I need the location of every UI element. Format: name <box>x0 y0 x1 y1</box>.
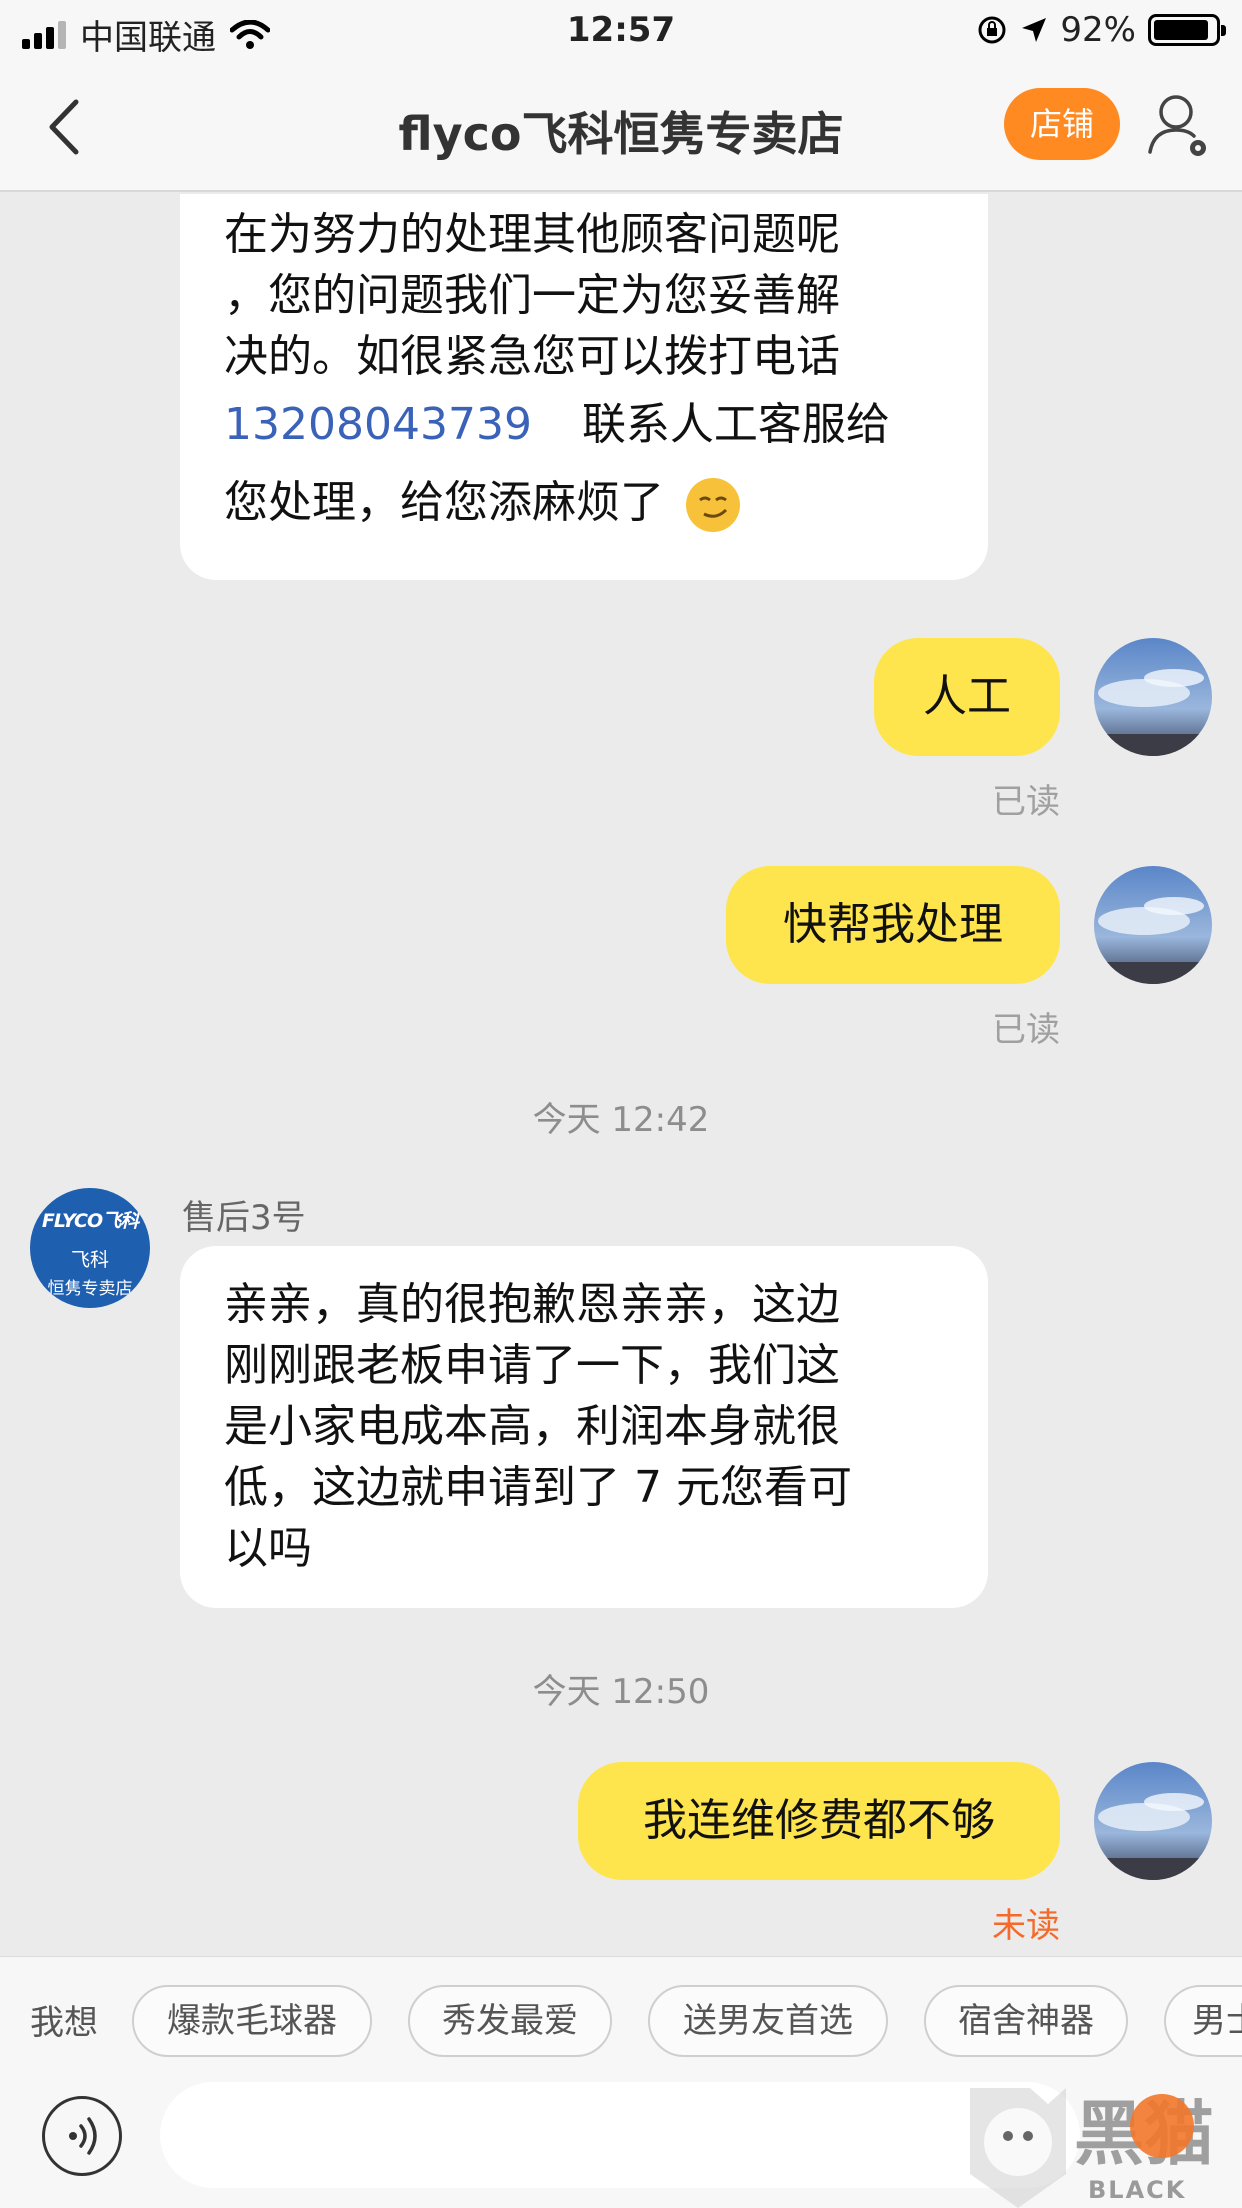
shop-avatar-brand: FLYCO飞科 <box>41 1210 139 1232</box>
shop-button[interactable]: 店铺 <box>1004 88 1120 160</box>
sender-name: 售后3号 <box>182 1198 306 1238</box>
message-line: 13208043739 联系人工客服给 <box>224 387 944 463</box>
message-text: 联系人工客服给 <box>581 399 890 450</box>
user-avatar[interactable] <box>1094 1762 1212 1880</box>
timestamp: 今天 12:50 <box>532 1672 710 1712</box>
battery-percent: 92% <box>1060 10 1136 50</box>
read-status: 已读 <box>992 1010 1060 1050</box>
user-message-bubble: 人工 <box>874 638 1060 756</box>
nav-bar: flyco飞科恒隽专卖店 店铺 <box>0 62 1242 192</box>
status-right: 92% <box>976 10 1226 50</box>
suggestion-lead: 我想 <box>30 2003 98 2043</box>
shop-message-bubble: 亲亲，真的很抱歉恩亲亲，这边 刚刚跟老板申请了一下，我们这 是小家电成本高，利润… <box>180 1246 988 1608</box>
user-message-bubble: 快帮我处理 <box>726 866 1060 984</box>
chat-area[interactable]: 在为努力的处理其他顾客问题呢 ，您的问题我们一定为您妥善解 决的。如很紧急您可以… <box>0 194 1242 1954</box>
shop-avatar[interactable]: FLYCO飞科 飞科 恒隽专卖店 <box>30 1188 150 1308</box>
message-line: ，您的问题我们一定为您妥善解 <box>224 270 840 321</box>
suggestion-chip[interactable]: 爆款毛球器 <box>132 1985 372 2057</box>
timestamp: 今天 12:42 <box>532 1100 710 1140</box>
voice-input-icon[interactable] <box>42 2096 122 2176</box>
shop-message-bubble: 在为努力的处理其他顾客问题呢 ，您的问题我们一定为您妥善解 决的。如很紧急您可以… <box>180 194 988 580</box>
suggestion-chip[interactable]: 秀发最爱 <box>408 1985 612 2057</box>
user-settings-icon[interactable] <box>1146 90 1212 160</box>
suggestion-bar: 我想 爆款毛球器 秀发最爱 送男友首选 宿舍神器 男士 <box>0 1956 1242 2082</box>
status-bar: 中国联通 12:57 92% <box>0 0 1242 62</box>
suggestion-chip[interactable]: 宿舍神器 <box>924 1985 1128 2057</box>
battery-icon <box>1148 14 1226 46</box>
message-line: 刚刚跟老板申请了一下，我们这 <box>224 1340 840 1391</box>
read-status: 已读 <box>992 782 1060 822</box>
user-message-bubble: 我连维修费都不够 <box>578 1762 1060 1880</box>
message-line: 您处理，给您添麻烦了 <box>224 463 944 543</box>
message-line: 亲亲，真的很抱歉恩亲亲，这边 <box>224 1279 840 1330</box>
message-text: 您处理，给您添麻烦了 <box>224 477 664 528</box>
shop-avatar-line: 飞科 <box>70 1249 109 1271</box>
shop-avatar-line: 恒隽专卖店 <box>47 1279 133 1299</box>
watermark-text: BLACK CAT <box>1088 2176 1187 2208</box>
smirk-emoji-icon <box>686 478 740 532</box>
message-line: 决的。如很紧急您可以拨打电话 <box>224 331 840 382</box>
rotation-lock-icon <box>978 16 1006 44</box>
message-line: 在为努力的处理其他顾客问题呢 <box>224 209 840 260</box>
unread-status: 未读 <box>992 1906 1060 1946</box>
suggestion-chip[interactable]: 送男友首选 <box>648 1985 888 2057</box>
message-line: 低，这边就申请到了 7 元您看可 <box>224 1462 852 1513</box>
user-avatar[interactable] <box>1094 866 1212 984</box>
location-icon <box>1022 18 1047 42</box>
message-line: 以吗 <box>224 1523 312 1574</box>
message-line: 是小家电成本高，利润本身就很 <box>224 1401 840 1452</box>
user-avatar[interactable] <box>1094 638 1212 756</box>
phone-link[interactable]: 13208043739 <box>224 399 532 450</box>
message-input[interactable] <box>160 2082 1080 2188</box>
suggestion-chip[interactable]: 男士 <box>1164 1985 1242 2057</box>
